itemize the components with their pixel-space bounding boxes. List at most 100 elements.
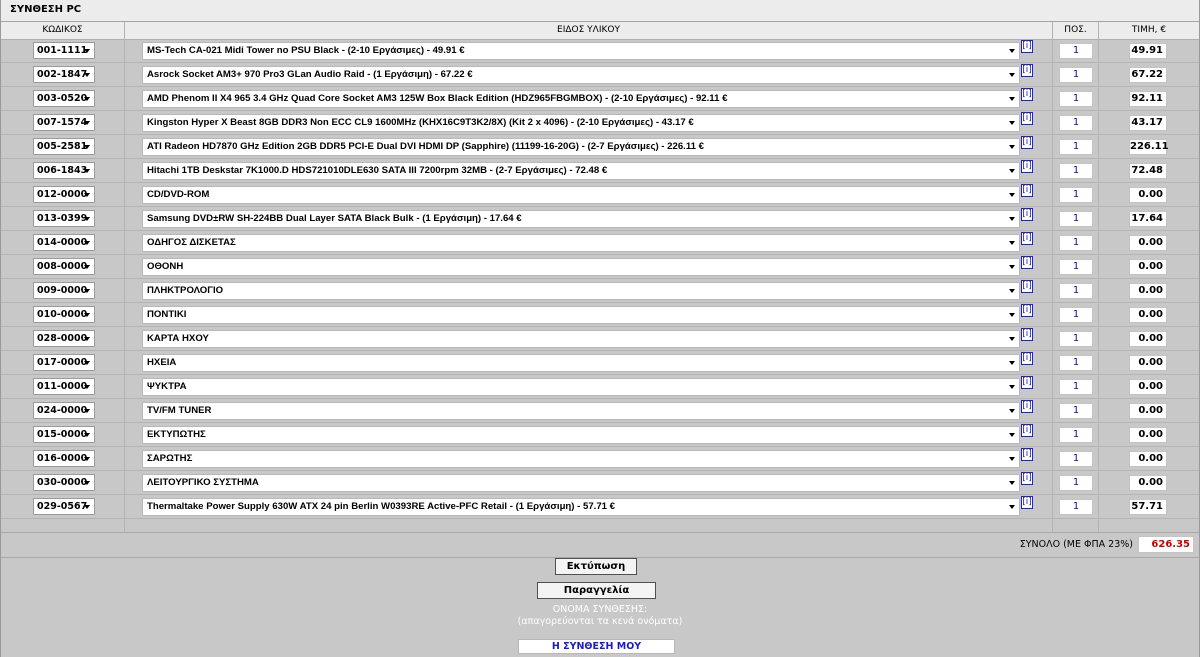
quantity-input[interactable]: 1	[1059, 115, 1093, 131]
code-select[interactable]: 010-0000	[33, 306, 95, 323]
item-select[interactable]: ΣΑΡΩΤΗΣ	[142, 450, 1020, 468]
chevron-down-icon[interactable]	[1009, 145, 1015, 149]
info-icon[interactable]: [i]	[1021, 184, 1033, 197]
code-select[interactable]: 006-1843	[33, 162, 95, 179]
item-select[interactable]: ΠΛΗΚΤΡΟΛΟΓΙΟ	[142, 282, 1020, 300]
quantity-input[interactable]: 1	[1059, 139, 1093, 155]
quantity-input[interactable]: 1	[1059, 403, 1093, 419]
code-select[interactable]: 001-1111	[33, 42, 95, 59]
item-select[interactable]: ΠΟΝΤΙΚΙ	[142, 306, 1020, 324]
info-icon[interactable]: [i]	[1021, 424, 1033, 437]
item-select[interactable]: ΛΕΙΤΟΥΡΓΙΚΟ ΣΥΣΤΗΜΑ	[142, 474, 1020, 492]
chevron-down-icon[interactable]	[1009, 313, 1015, 317]
chevron-down-icon[interactable]	[1009, 433, 1015, 437]
chevron-down-icon[interactable]	[84, 241, 90, 245]
item-select[interactable]: Kingston Hyper X Beast 8GB DDR3 Non ECC …	[142, 114, 1020, 132]
code-select[interactable]: 013-0399	[33, 210, 95, 227]
chevron-down-icon[interactable]	[1009, 385, 1015, 389]
chevron-down-icon[interactable]	[1009, 193, 1015, 197]
quantity-input[interactable]: 1	[1059, 187, 1093, 203]
item-select[interactable]: ATI Radeon HD7870 GHz Edition 2GB DDR5 P…	[142, 138, 1020, 156]
quantity-input[interactable]: 1	[1059, 355, 1093, 371]
code-select[interactable]: 005-2581	[33, 138, 95, 155]
code-select[interactable]: 029-0567	[33, 498, 95, 515]
item-select[interactable]: ΨΥΚΤΡΑ	[142, 378, 1020, 396]
code-select[interactable]: 012-0000	[33, 186, 95, 203]
chevron-down-icon[interactable]	[1009, 241, 1015, 245]
chevron-down-icon[interactable]	[84, 289, 90, 293]
item-select[interactable]: Samsung DVD±RW SH-224BB Dual Layer SATA …	[142, 210, 1020, 228]
chevron-down-icon[interactable]	[84, 73, 90, 77]
chevron-down-icon[interactable]	[1009, 169, 1015, 173]
info-icon[interactable]: [i]	[1021, 256, 1033, 269]
info-icon[interactable]: [i]	[1021, 112, 1033, 125]
print-button[interactable]: Εκτύπωση	[555, 558, 637, 575]
chevron-down-icon[interactable]	[84, 193, 90, 197]
code-select[interactable]: 003-0520	[33, 90, 95, 107]
code-select[interactable]: 024-0000	[33, 402, 95, 419]
item-select[interactable]: ΗΧΕΙΑ	[142, 354, 1020, 372]
chevron-down-icon[interactable]	[84, 361, 90, 365]
code-select[interactable]: 002-1847	[33, 66, 95, 83]
info-icon[interactable]: [i]	[1021, 496, 1033, 509]
code-select[interactable]: 016-0000	[33, 450, 95, 467]
chevron-down-icon[interactable]	[84, 433, 90, 437]
chevron-down-icon[interactable]	[1009, 73, 1015, 77]
quantity-input[interactable]: 1	[1059, 211, 1093, 227]
quantity-input[interactable]: 1	[1059, 67, 1093, 83]
info-icon[interactable]: [i]	[1021, 88, 1033, 101]
item-select[interactable]: Thermaltake Power Supply 630W ATX 24 pin…	[142, 498, 1020, 516]
info-icon[interactable]: [i]	[1021, 328, 1033, 341]
quantity-input[interactable]: 1	[1059, 499, 1093, 515]
quantity-input[interactable]: 1	[1059, 283, 1093, 299]
order-button[interactable]: Παραγγελία	[537, 582, 656, 599]
composition-name-input[interactable]: Η ΣΥΝΘΕΣΗ ΜΟΥ	[518, 639, 675, 654]
item-select[interactable]: ΟΘΟΝΗ	[142, 258, 1020, 276]
info-icon[interactable]: [i]	[1021, 232, 1033, 245]
quantity-input[interactable]: 1	[1059, 163, 1093, 179]
quantity-input[interactable]: 1	[1059, 307, 1093, 323]
info-icon[interactable]: [i]	[1021, 40, 1033, 53]
info-icon[interactable]: [i]	[1021, 208, 1033, 221]
chevron-down-icon[interactable]	[1009, 505, 1015, 509]
quantity-input[interactable]: 1	[1059, 451, 1093, 467]
chevron-down-icon[interactable]	[1009, 49, 1015, 53]
info-icon[interactable]: [i]	[1021, 136, 1033, 149]
code-select[interactable]: 011-0000	[33, 378, 95, 395]
chevron-down-icon[interactable]	[84, 217, 90, 221]
item-select[interactable]: ΕΚΤΥΠΩΤΗΣ	[142, 426, 1020, 444]
item-select[interactable]: Asrock Socket AM3+ 970 Pro3 GLan Audio R…	[142, 66, 1020, 84]
code-select[interactable]: 007-1574	[33, 114, 95, 131]
code-select[interactable]: 014-0000	[33, 234, 95, 251]
quantity-input[interactable]: 1	[1059, 259, 1093, 275]
item-select[interactable]: CD/DVD-ROM	[142, 186, 1020, 204]
info-icon[interactable]: [i]	[1021, 472, 1033, 485]
quantity-input[interactable]: 1	[1059, 475, 1093, 491]
item-select[interactable]: TV/FM TUNER	[142, 402, 1020, 420]
code-select[interactable]: 009-0000	[33, 282, 95, 299]
chevron-down-icon[interactable]	[1009, 481, 1015, 485]
info-icon[interactable]: [i]	[1021, 160, 1033, 173]
info-icon[interactable]: [i]	[1021, 352, 1033, 365]
item-select[interactable]: Hitachi 1TB Deskstar 7K1000.D HDS721010D…	[142, 162, 1020, 180]
chevron-down-icon[interactable]	[84, 385, 90, 389]
code-select[interactable]: 008-0000	[33, 258, 95, 275]
chevron-down-icon[interactable]	[84, 145, 90, 149]
quantity-input[interactable]: 1	[1059, 43, 1093, 59]
chevron-down-icon[interactable]	[84, 169, 90, 173]
code-select[interactable]: 015-0000	[33, 426, 95, 443]
chevron-down-icon[interactable]	[1009, 97, 1015, 101]
item-select[interactable]: AMD Phenom II X4 965 3.4 GHz Quad Core S…	[142, 90, 1020, 108]
chevron-down-icon[interactable]	[84, 121, 90, 125]
info-icon[interactable]: [i]	[1021, 400, 1033, 413]
item-select[interactable]: ΟΔΗΓΟΣ ΔΙΣΚΕΤΑΣ	[142, 234, 1020, 252]
chevron-down-icon[interactable]	[84, 481, 90, 485]
code-select[interactable]: 017-0000	[33, 354, 95, 371]
chevron-down-icon[interactable]	[84, 49, 90, 53]
quantity-input[interactable]: 1	[1059, 91, 1093, 107]
code-select[interactable]: 028-0000	[33, 330, 95, 347]
chevron-down-icon[interactable]	[1009, 409, 1015, 413]
quantity-input[interactable]: 1	[1059, 379, 1093, 395]
chevron-down-icon[interactable]	[1009, 217, 1015, 221]
item-select[interactable]: MS-Tech CA-021 Midi Tower no PSU Black -…	[142, 42, 1020, 60]
